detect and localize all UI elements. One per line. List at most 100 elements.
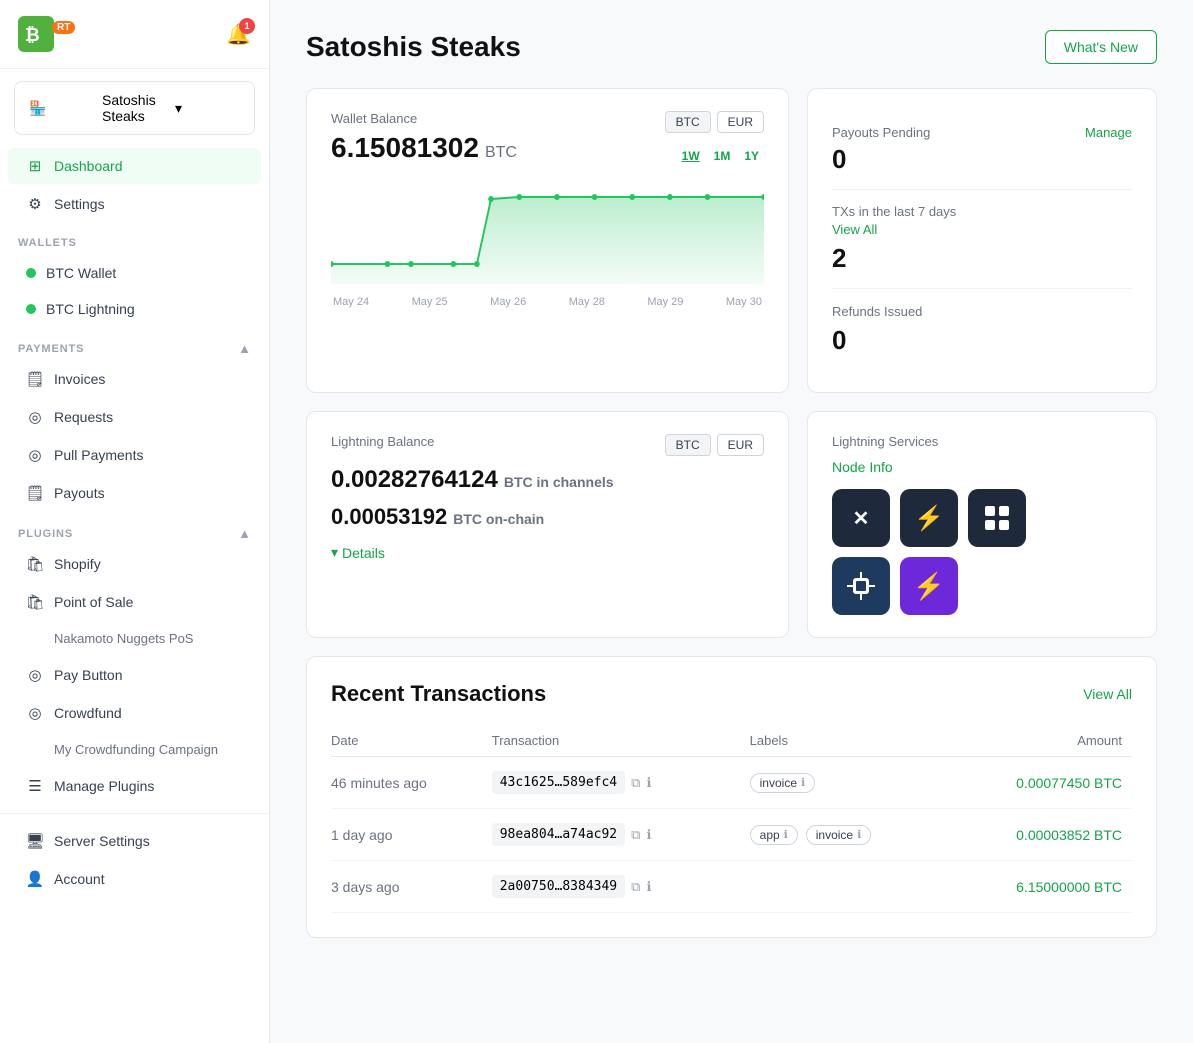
sidebar-item-settings[interactable]: ⚙ Settings <box>8 186 261 222</box>
requests-icon: ◎ <box>26 408 44 426</box>
chip-svg <box>847 572 875 600</box>
btc-currency-btn[interactable]: BTC <box>665 111 711 133</box>
sidebar-item-label: BTC Wallet <box>46 265 116 281</box>
node-info-link[interactable]: Node Info <box>832 459 1132 475</box>
lightning-channels-amount: 0.00282764124 BTC in channels <box>331 466 764 494</box>
sidebar-item-manage-plugins[interactable]: ☰ Manage Plugins <box>8 768 261 804</box>
lightning-status-dot <box>26 304 36 314</box>
col-date: Date <box>331 725 492 757</box>
col-transaction: Transaction <box>492 725 750 757</box>
store-selector[interactable]: 🏪 Satoshis Steaks ▾ <box>14 81 255 135</box>
lightning-services-card: Lightning Services Node Info ✕ ⚡ <box>807 411 1157 638</box>
col-labels: Labels <box>750 725 956 757</box>
pos-icon: 🛍 <box>26 593 44 611</box>
tx-hash-cell-3: 2a00750…8384349 ⧉ ℹ <box>492 861 750 913</box>
sidebar-item-label: Shopify <box>54 556 101 572</box>
sidebar-item-account[interactable]: 👤 Account <box>8 861 261 897</box>
store-name: Satoshis Steaks <box>102 92 167 124</box>
service-icon-cross[interactable]: ✕ <box>832 489 890 547</box>
sidebar-item-label: Nakamoto Nuggets PoS <box>54 631 193 646</box>
payouts-icon: 🗒 <box>26 484 44 502</box>
time-toggle: 1W 1M 1Y <box>677 147 764 165</box>
sidebar: ₿ RT 🔔 1 🏪 Satoshis Steaks ▾ ⊞ Dashboard… <box>0 0 270 1043</box>
sidebar-item-label: My Crowdfunding Campaign <box>54 742 218 757</box>
shopify-icon: 🛍 <box>26 555 44 573</box>
details-link[interactable]: ▾ Details <box>331 544 764 561</box>
service-icon-chip[interactable] <box>832 557 890 615</box>
refunds-block: Refunds Issued 0 <box>832 289 1132 370</box>
1y-btn[interactable]: 1Y <box>739 147 764 165</box>
sidebar-item-label: Pull Payments <box>54 447 143 463</box>
lightning-eur-btn[interactable]: EUR <box>717 434 764 456</box>
tx-hash-cell-1: 43c1625…589efc4 ⧉ ℹ <box>492 757 750 809</box>
manage-link[interactable]: Manage <box>1085 125 1132 140</box>
label-info-icon: ℹ <box>784 828 788 841</box>
view-all-transactions-link[interactable]: View All <box>1083 686 1132 702</box>
sidebar-item-btc-lightning[interactable]: BTC Lightning <box>8 292 261 326</box>
pull-payments-icon: ◎ <box>26 446 44 464</box>
crowdfund-icon: ◎ <box>26 704 44 722</box>
1w-btn[interactable]: 1W <box>677 147 705 165</box>
tx-labels-2: app ℹ invoice ℹ <box>750 809 956 861</box>
service-icon-bolt1[interactable]: ⚡ <box>900 489 958 547</box>
sidebar-item-label: BTC Lightning <box>46 301 135 317</box>
sidebar-item-label: Manage Plugins <box>54 778 154 794</box>
lightning-services-label: Lightning Services <box>832 434 1132 449</box>
service-icons-row1: ✕ ⚡ <box>832 489 1132 547</box>
chart-date-3: May 26 <box>490 296 526 308</box>
lightning-balance-label: Lightning Balance <box>331 434 434 449</box>
table-row: 3 days ago 2a00750…8384349 ⧉ ℹ 6.1500000… <box>331 861 1132 913</box>
svg-text:₿: ₿ <box>25 25 40 45</box>
sidebar-item-payouts[interactable]: 🗒 Payouts <box>8 475 261 511</box>
sidebar-item-label: Point of Sale <box>54 594 133 610</box>
whats-new-button[interactable]: What's New <box>1045 30 1157 64</box>
copy-icon-2[interactable]: ⧉ <box>631 827 640 843</box>
info-icon-3[interactable]: ℹ <box>646 879 651 895</box>
sidebar-item-nakamoto[interactable]: Nakamoto Nuggets PoS <box>8 622 261 655</box>
tx-hash-1: 43c1625…589efc4 <box>492 771 625 794</box>
sidebar-item-invoices[interactable]: 🗒 Invoices <box>8 361 261 397</box>
copy-icon-3[interactable]: ⧉ <box>631 879 640 895</box>
payouts-pending-value: 0 <box>832 144 1132 175</box>
lightning-currency-toggle: BTC EUR <box>665 434 764 456</box>
col-amount: Amount <box>956 725 1132 757</box>
sidebar-item-my-crowdfunding[interactable]: My Crowdfunding Campaign <box>8 733 261 766</box>
info-icon-1[interactable]: ℹ <box>646 775 651 791</box>
sidebar-item-shopify[interactable]: 🛍 Shopify <box>8 546 261 582</box>
sidebar-item-point-of-sale[interactable]: 🛍 Point of Sale <box>8 584 261 620</box>
plugins-chevron-icon[interactable]: ▲ <box>238 526 251 541</box>
payments-chevron-icon[interactable]: ▲ <box>238 341 251 356</box>
lightning-btc-btn[interactable]: BTC <box>665 434 711 456</box>
stats-panel: Payouts Pending Manage 0 TXs in the last… <box>807 88 1157 393</box>
tx-date-2: 1 day ago <box>331 809 492 861</box>
service-icon-grid[interactable] <box>968 489 1026 547</box>
table-row: 46 minutes ago 43c1625…589efc4 ⧉ ℹ invoi… <box>331 757 1132 809</box>
payments-section-label: PAYMENTS <box>18 343 84 355</box>
refunds-value: 0 <box>832 325 1132 356</box>
notification-bell[interactable]: 🔔 1 <box>226 22 251 47</box>
eur-currency-btn[interactable]: EUR <box>717 111 764 133</box>
sidebar-item-pay-button[interactable]: ◎ Pay Button <box>8 657 261 693</box>
sidebar-item-pull-payments[interactable]: ◎ Pull Payments <box>8 437 261 473</box>
tx-amount-1: 0.00077450 BTC <box>956 757 1132 809</box>
sidebar-item-crowdfund[interactable]: ◎ Crowdfund <box>8 695 261 731</box>
chart-date-6: May 30 <box>726 296 762 308</box>
info-icon-2[interactable]: ℹ <box>646 827 651 843</box>
1m-btn[interactable]: 1M <box>709 147 736 165</box>
sidebar-item-btc-wallet[interactable]: BTC Wallet <box>8 256 261 290</box>
copy-icon-1[interactable]: ⧉ <box>631 775 640 791</box>
label-badge-invoice-2: invoice ℹ <box>806 825 872 845</box>
lightning-amounts: 0.00282764124 BTC in channels 0.00053192… <box>331 466 764 530</box>
chart-date-4: May 28 <box>569 296 605 308</box>
transactions-header: Recent Transactions View All <box>331 681 1132 707</box>
sidebar-item-dashboard[interactable]: ⊞ Dashboard <box>8 148 261 184</box>
manage-plugins-icon: ☰ <box>26 777 44 795</box>
tx-hash-2: 98ea804…a74ac92 <box>492 823 625 846</box>
currency-toggle: BTC EUR <box>665 111 764 133</box>
sidebar-item-label: Invoices <box>54 371 105 387</box>
lightning-balance-card: Lightning Balance BTC EUR 0.00282764124 … <box>306 411 789 638</box>
sidebar-item-requests[interactable]: ◎ Requests <box>8 399 261 435</box>
view-all-txs-link[interactable]: View All <box>832 222 877 237</box>
service-icon-lightning[interactable]: ⚡ <box>900 557 958 615</box>
sidebar-item-server-settings[interactable]: 🖥 Server Settings <box>8 823 261 859</box>
